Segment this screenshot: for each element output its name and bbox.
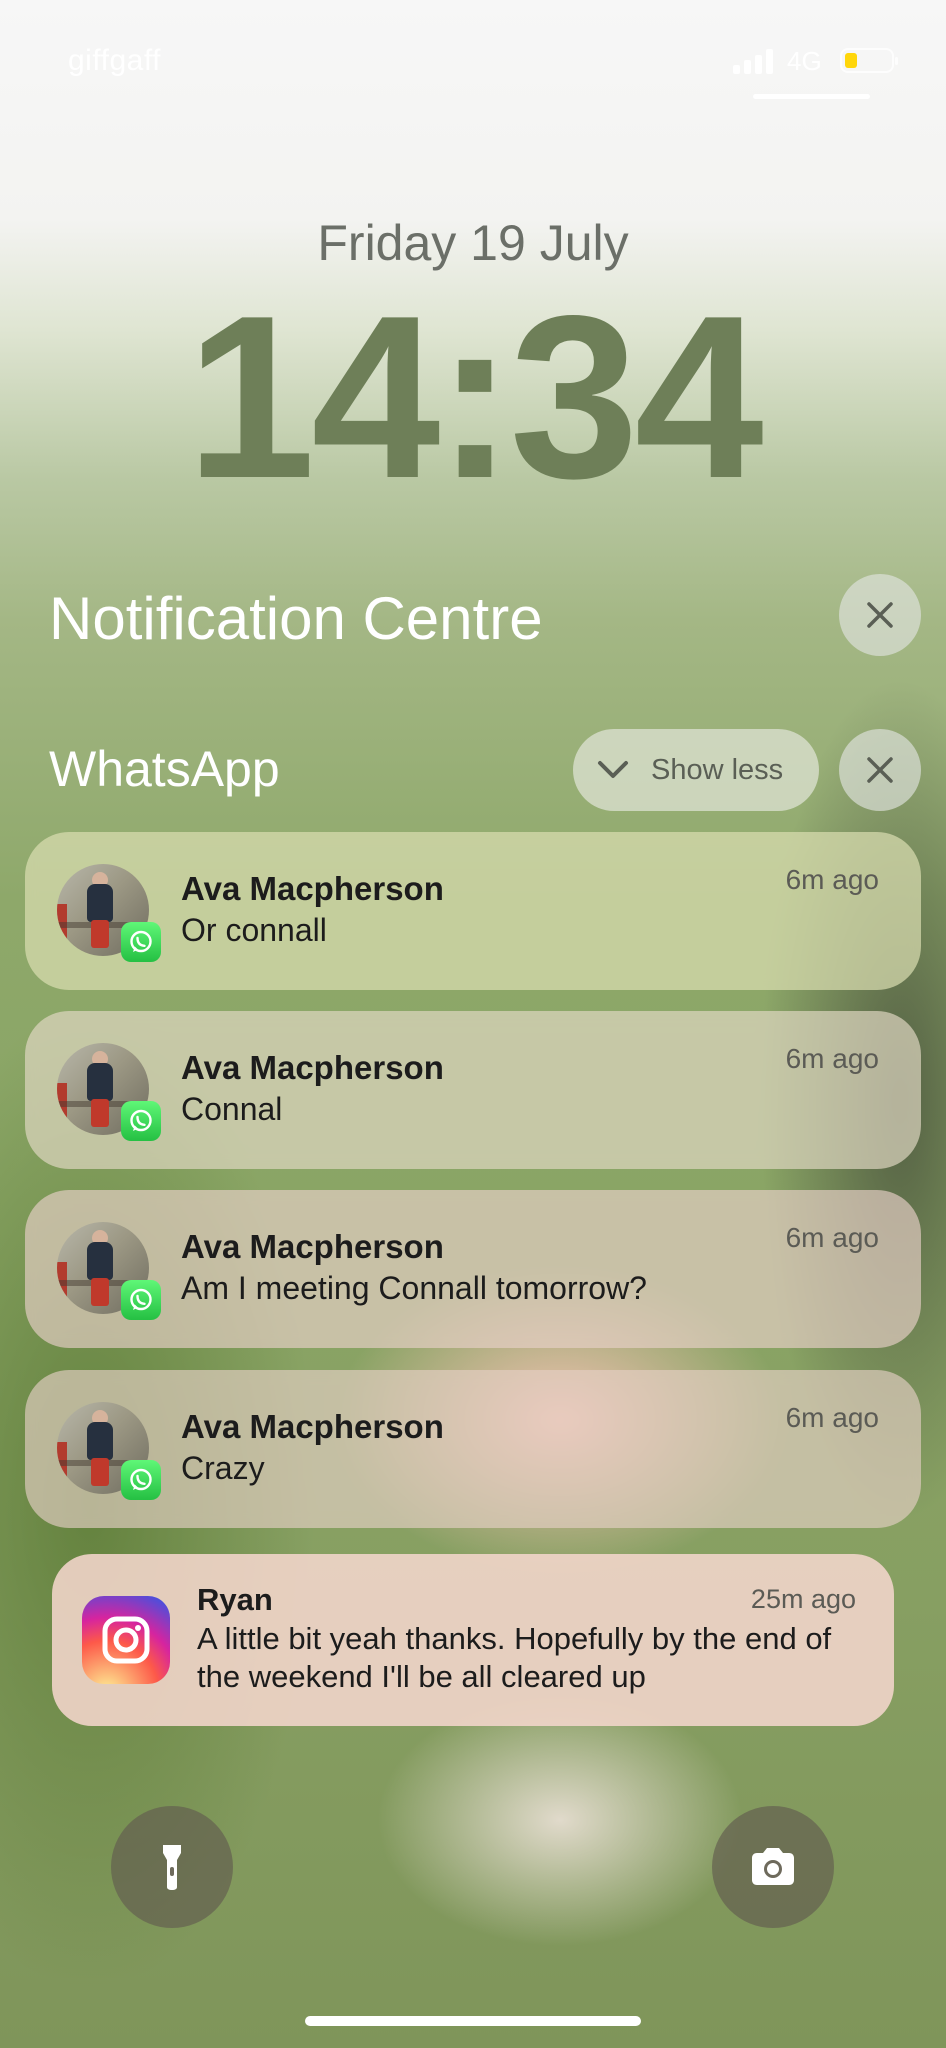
flashlight-button[interactable] xyxy=(111,1806,233,1928)
notification-sender: Ava Macpherson xyxy=(181,1408,444,1445)
notification-sender: Ryan xyxy=(197,1582,273,1617)
control-centre-indicator[interactable] xyxy=(753,94,870,99)
notification-message: Or connall xyxy=(181,912,327,948)
notification-message: Crazy xyxy=(181,1450,265,1486)
notification-time: 6m ago xyxy=(785,864,879,895)
whatsapp-icon xyxy=(121,1101,161,1141)
network-type: 4G xyxy=(787,46,822,76)
clear-whatsapp-group-button[interactable] xyxy=(839,729,921,811)
notification-message: A little bit yeah thanks. Hopefully by t… xyxy=(197,1621,832,1694)
camera-icon xyxy=(752,1848,794,1885)
whatsapp-notification[interactable]: Ava Macpherson Or connall 6m ago xyxy=(25,832,921,990)
clear-all-notifications-button[interactable] xyxy=(839,574,921,656)
carrier-name: giffgaff xyxy=(68,44,161,77)
whatsapp-icon xyxy=(121,1280,161,1320)
show-less-label: Show less xyxy=(651,753,784,786)
flashlight-icon xyxy=(163,1845,181,1890)
signal-bars-icon xyxy=(733,48,775,74)
notification-message: Am I meeting Connall tomorrow? xyxy=(181,1270,647,1306)
whatsapp-notification[interactable]: Ava Macpherson Connal 6m ago xyxy=(25,1011,921,1169)
notification-centre-title: Notification Centre xyxy=(49,585,543,652)
close-icon xyxy=(867,602,893,628)
notification-time: 25m ago xyxy=(750,1584,856,1614)
whatsapp-notification[interactable]: Ava Macpherson Crazy 6m ago xyxy=(25,1370,921,1528)
home-indicator[interactable] xyxy=(305,2016,641,2026)
notification-time: 6m ago xyxy=(785,1222,879,1253)
notification-message: Connal xyxy=(181,1091,283,1127)
notification-sender: Ava Macpherson xyxy=(181,1228,444,1265)
notification-time: 6m ago xyxy=(785,1043,879,1074)
lock-screen-time: 14:34 xyxy=(186,268,763,527)
notification-time: 6m ago xyxy=(785,1402,879,1433)
chevron-down-icon xyxy=(598,761,628,778)
whatsapp-group-title: WhatsApp xyxy=(49,741,280,797)
whatsapp-icon xyxy=(121,922,161,962)
instagram-icon xyxy=(82,1596,170,1684)
lock-screen-date: Friday 19 July xyxy=(317,215,629,271)
show-less-button[interactable]: Show less xyxy=(573,729,819,811)
notification-sender: Ava Macpherson xyxy=(181,870,444,907)
instagram-notification[interactable]: Ryan A little bit yeah thanks. Hopefully… xyxy=(52,1554,894,1726)
battery-low-icon xyxy=(840,48,898,73)
whatsapp-notification[interactable]: Ava Macpherson Am I meeting Connall tomo… xyxy=(25,1190,921,1348)
whatsapp-icon xyxy=(121,1460,161,1500)
notification-sender: Ava Macpherson xyxy=(181,1049,444,1086)
close-icon xyxy=(867,757,893,783)
camera-button[interactable] xyxy=(712,1806,834,1928)
